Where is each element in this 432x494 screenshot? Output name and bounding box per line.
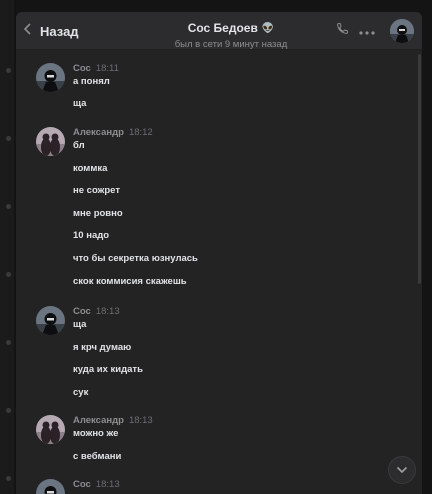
message-time: 18:13 xyxy=(95,479,120,490)
dialog-marker xyxy=(6,340,11,345)
message-meta: Александр 18:12 xyxy=(73,127,153,138)
message-text: бл xyxy=(73,140,85,151)
message-text: я крч думаю xyxy=(73,342,132,353)
dialog-marker xyxy=(6,408,11,413)
dialog-marker xyxy=(6,272,11,277)
scrollbar[interactable] xyxy=(418,54,421,284)
message-meta: Сос 18:13 xyxy=(73,306,120,317)
scroll-down-button[interactable] xyxy=(388,456,416,484)
left-sidebar-strip xyxy=(0,0,14,494)
avatar[interactable] xyxy=(36,306,65,335)
last-seen-status: был в сети 9 минут назад xyxy=(174,39,288,50)
avatar[interactable] xyxy=(36,127,65,156)
more-horizontal-icon xyxy=(359,22,375,40)
dialog-marker xyxy=(6,204,11,209)
message-text: что бы секретка юзнулась xyxy=(73,253,198,264)
message-text: скок коммисия скажешь xyxy=(73,276,187,287)
alien-emoji: 👽 xyxy=(261,22,275,34)
chat-title: Сос Бедоев 👽 xyxy=(188,21,275,35)
chat-window: Назад Сос Бедоев 👽 был в сети 9 минут на… xyxy=(14,0,432,494)
message-meta: Сос 18:11 xyxy=(73,63,119,74)
more-button[interactable] xyxy=(359,23,375,39)
message-time: 18:13 xyxy=(128,415,153,426)
back-label: Назад xyxy=(40,23,79,39)
message-text: с вебмани xyxy=(73,451,122,462)
message-text: сук xyxy=(73,387,89,398)
message-text: мне ровно xyxy=(73,208,123,219)
message-text: куда их кидать xyxy=(73,364,143,375)
avatar[interactable] xyxy=(36,63,65,92)
dialog-marker xyxy=(6,68,11,73)
message-text: коммка xyxy=(73,163,108,174)
header-avatar[interactable] xyxy=(390,19,414,43)
message-meta: Сос 18:13 xyxy=(73,479,120,490)
chevron-down-icon xyxy=(396,461,408,479)
dialog-marker xyxy=(6,136,11,141)
message-text: можно же xyxy=(73,428,119,439)
author-name[interactable]: Александр xyxy=(73,127,124,138)
message-time: 18:13 xyxy=(95,306,120,317)
avatar[interactable] xyxy=(36,479,65,494)
chat-header: Назад Сос Бедоев 👽 был в сети 9 минут на… xyxy=(16,12,422,50)
message-text: не сожрет xyxy=(73,185,120,196)
author-name[interactable]: Сос xyxy=(73,479,91,490)
back-button[interactable]: Назад xyxy=(22,12,79,50)
chat-panel: Назад Сос Бедоев 👽 был в сети 9 минут на… xyxy=(16,12,422,494)
author-name[interactable]: Сос xyxy=(73,306,91,317)
message-meta: Александр 18:13 xyxy=(73,415,153,426)
author-name[interactable]: Сос xyxy=(73,63,91,74)
dialog-marker xyxy=(6,476,11,481)
message-time: 18:11 xyxy=(95,63,119,74)
call-button[interactable] xyxy=(334,23,350,39)
message-text: ща xyxy=(73,98,87,109)
author-name[interactable]: Александр xyxy=(73,415,124,426)
message-text: ща xyxy=(73,319,87,330)
phone-icon xyxy=(336,22,349,40)
chat-title-block[interactable]: Сос Бедоев 👽 был в сети 9 минут назад xyxy=(136,19,326,50)
message-time: 18:12 xyxy=(128,127,153,138)
chevron-left-icon xyxy=(22,22,34,41)
message-text: а понял xyxy=(73,76,110,87)
chat-title-text: Сос Бедоев xyxy=(187,21,258,35)
avatar[interactable] xyxy=(36,415,65,444)
message-text: 10 надо xyxy=(73,230,110,241)
